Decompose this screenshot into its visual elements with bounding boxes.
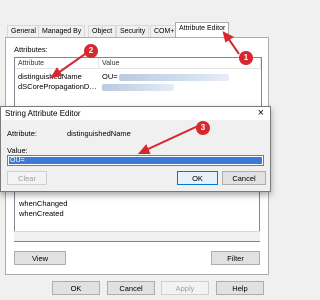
attribute-name: distinguishedName [67,129,131,138]
string-attribute-editor-dialog: String Attribute Editor × Attribute: dis… [0,106,271,192]
horizontal-scrollbar[interactable] [14,231,260,241]
row-attribute-name[interactable]: dSCorePropagationD… [18,82,97,92]
value-input[interactable]: OU= [7,155,264,166]
selected-value-highlight [9,157,262,164]
value-text: OU= [10,157,25,164]
help-button[interactable]: Help [216,281,264,295]
redacted-value [102,84,174,91]
filter-button[interactable]: Filter [211,251,260,265]
column-header-value[interactable]: Value [99,58,261,69]
cancel-button[interactable]: Cancel [222,171,266,185]
attributes-label: Attributes: [14,45,48,54]
view-button[interactable]: View [14,251,66,265]
cancel-button[interactable]: Cancel [107,281,155,295]
apply-button[interactable]: Apply [161,281,209,295]
dialog-title: String Attribute Editor [5,109,81,118]
ok-button[interactable]: OK [52,281,100,295]
annotation-badge-1: 1 [239,51,253,65]
clear-button[interactable]: Clear [7,171,47,185]
annotation-badge-3: 3 [196,121,210,135]
row-attribute-name[interactable]: distinguishedName [18,72,82,82]
tab-attribute-editor[interactable]: Attribute Editor [175,22,230,38]
value-label: Value: [7,146,28,155]
attributes-list[interactable]: Attribute Value distinguishedName OU= dS… [14,57,262,107]
redacted-value [119,74,229,81]
column-header-attribute[interactable]: Attribute [15,58,99,69]
dialog-title-bar[interactable]: String Attribute Editor × [1,107,270,120]
ok-button[interactable]: OK [177,171,218,185]
annotation-badge-2: 2 [84,44,98,58]
attribute-label: Attribute: [7,129,38,138]
close-icon[interactable]: × [258,107,264,120]
row-value[interactable]: OU= [102,72,118,82]
